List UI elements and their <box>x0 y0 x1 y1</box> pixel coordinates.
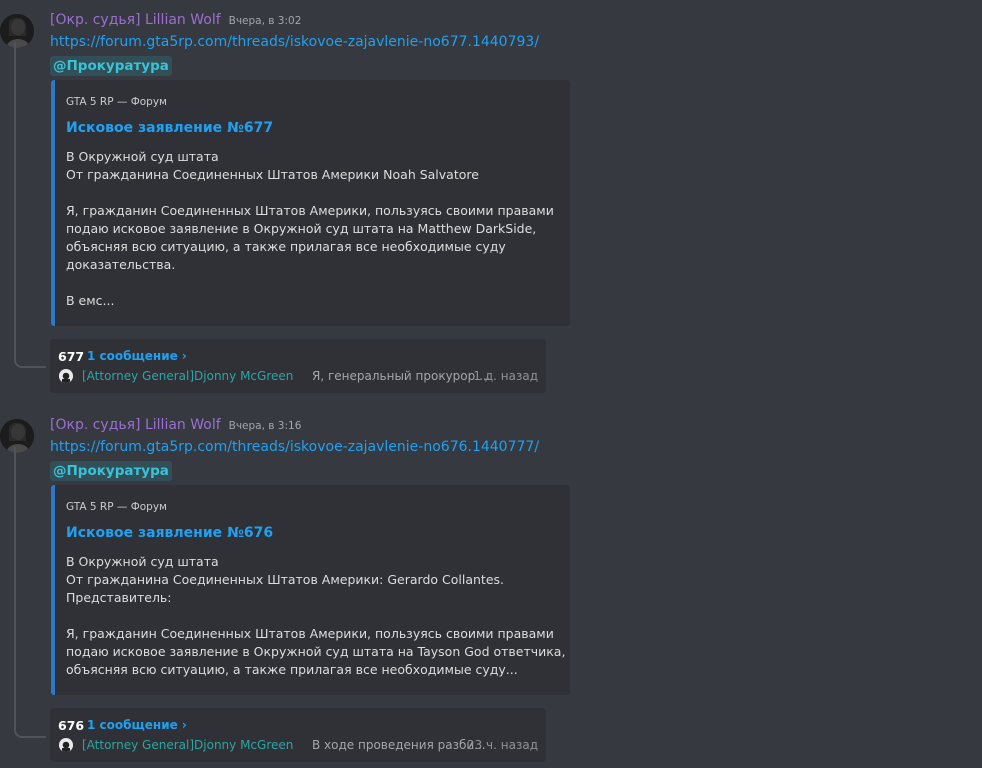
thread-last-author[interactable]: [Attorney General]Djonny McGreen <box>82 369 293 383</box>
embed-line <box>66 607 546 625</box>
thread-last-author[interactable]: [Attorney General]Djonny McGreen <box>82 738 293 752</box>
embed-line: объясняя всю ситуацию, а также прилагая … <box>66 239 506 254</box>
thread-message-count[interactable]: 1 сообщение › <box>87 718 187 732</box>
embed-line: В емс... <box>66 293 115 308</box>
author-name[interactable]: [Окр. судья] Lillian Wolf <box>50 417 221 433</box>
thread-connector <box>14 447 46 738</box>
role-mention[interactable]: @Прокуратура <box>50 56 172 76</box>
thread-user-avatar-icon <box>59 369 73 383</box>
message-header: [Окр. судья] Lillian Wolf Вчера, в 3:16 <box>50 417 301 437</box>
role-mention[interactable]: @Прокуратура <box>50 461 172 481</box>
message-header: [Окр. судья] Lillian Wolf Вчера, в 3:02 <box>50 12 301 32</box>
embed-line: доказательства. <box>66 257 176 272</box>
embed-line: Представитель: <box>66 590 172 605</box>
message-timestamp: Вчера, в 3:02 <box>228 15 302 27</box>
forum-link[interactable]: https://forum.gta5rp.com/threads/iskovoe… <box>50 439 539 455</box>
thread-last-message: В ходе проведения разби... <box>312 738 486 752</box>
embed-line: Я, гражданин Соединенных Штатов Америки,… <box>66 203 554 218</box>
embed-description: В Окружной суд штата От гражданина Соеди… <box>66 553 566 679</box>
link-embed: GTA 5 RP — Форум Исковое заявление №676 … <box>51 485 570 695</box>
embed-line: объясняя всю ситуацию, а также прилагая … <box>66 662 518 677</box>
author-name[interactable]: [Окр. судья] Lillian Wolf <box>50 12 221 28</box>
embed-provider: GTA 5 RP — Форум <box>66 96 167 108</box>
embed-line: От гражданина Соединенных Штатов Америки… <box>66 572 505 587</box>
thread-message-count[interactable]: 1 сообщение › <box>87 349 187 363</box>
embed-line: Я, гражданин Соединенных Штатов Америки,… <box>66 626 554 641</box>
thread-user-avatar-icon <box>59 738 73 752</box>
thread-last-time: 23 ч. назад <box>466 738 538 752</box>
embed-line: От гражданина Соединенных Штатов Америки… <box>66 167 479 182</box>
thread-name[interactable]: 677 <box>58 349 84 364</box>
thread-last-time: 1 д. назад <box>473 369 538 383</box>
embed-line: В Окружной суд штата <box>66 554 219 569</box>
thread-name[interactable]: 676 <box>58 718 84 733</box>
link-embed: GTA 5 RP — Форум Исковое заявление №677 … <box>51 80 570 326</box>
embed-line: подаю исковое заявление в Окружной суд ш… <box>66 221 537 236</box>
forum-link[interactable]: https://forum.gta5rp.com/threads/iskovoe… <box>50 34 539 50</box>
embed-line <box>66 274 546 292</box>
message-timestamp: Вчера, в 3:16 <box>228 420 302 432</box>
thread-preview-box[interactable]: 676 1 сообщение › [Attorney General]Djon… <box>50 708 546 762</box>
thread-connector <box>14 42 46 368</box>
thread-last-message: Я, генеральный прокурор ... <box>312 369 491 383</box>
embed-line: подаю исковое заявление в Окружной суд ш… <box>66 644 566 659</box>
thread-preview-box[interactable]: 677 1 сообщение › [Attorney General]Djon… <box>50 339 546 393</box>
embed-line <box>66 184 546 202</box>
embed-title[interactable]: Исковое заявление №677 <box>66 120 273 136</box>
embed-line: В Окружной суд штата <box>66 149 219 164</box>
embed-provider: GTA 5 RP — Форум <box>66 501 167 513</box>
embed-description: В Окружной суд штата От гражданина Соеди… <box>66 148 554 310</box>
embed-title[interactable]: Исковое заявление №676 <box>66 525 273 541</box>
